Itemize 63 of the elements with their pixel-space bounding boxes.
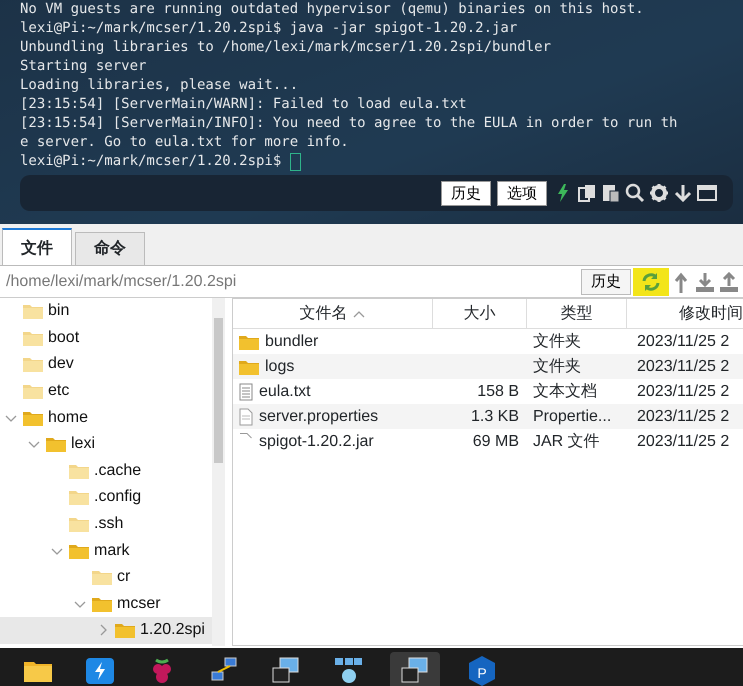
file-date: 2023/11/25 2 <box>637 408 730 424</box>
file-type: 文件夹 <box>533 358 581 374</box>
terminal-line: Loading libraries, please wait... <box>20 76 300 95</box>
tab[interactable]: 文件 <box>2 228 72 265</box>
terminal-line: lexi@Pi:~/mark/mcser/1.20.2spi$ java -jar spigot-1.20.2.jar <box>20 19 518 38</box>
terminal-line: Starting server <box>20 57 148 76</box>
tree-item[interactable]: 1.20.2spi <box>0 617 212 644</box>
file-name[interactable]: spigot-1.20.2.jar <box>259 430 374 454</box>
folder-name[interactable]: .ssh <box>94 512 124 536</box>
down-arrow-icon[interactable] <box>673 183 693 203</box>
cursor <box>290 152 302 170</box>
file-size: 1.3 KB <box>470 408 519 424</box>
file-size: 158 B <box>477 382 519 400</box>
terminal-prompt: lexi@Pi:~/mark/mcser/1.20.2spi$ <box>20 152 282 171</box>
file-name[interactable]: eula.txt <box>259 380 311 404</box>
terminal-line: [23:15:54] [ServerMain/WARN]: Failed to load eula.txt <box>20 95 468 114</box>
file-name[interactable]: server.properties <box>259 404 378 428</box>
paste-icon[interactable] <box>601 183 621 203</box>
folder-name[interactable]: .config <box>94 485 142 510</box>
folder-name[interactable]: boot <box>48 326 80 350</box>
folder-name[interactable]: dev <box>48 352 74 376</box>
file-date: 2023/11/25 2 <box>637 332 730 350</box>
history-button[interactable]: 历史 <box>581 268 631 294</box>
upload-icon[interactable] <box>718 270 740 292</box>
column-header[interactable]: 类型 <box>527 299 627 328</box>
file-date: 2023/11/25 2 <box>637 432 730 450</box>
terminal-line: e server. Go to eula.txt for more info. <box>20 133 350 152</box>
file-date: 2023/11/25 2 <box>637 358 730 374</box>
folder-name[interactable]: bin <box>48 299 70 324</box>
path-field[interactable]: /home/lexi/mark/mcser/1.20.2spi <box>6 270 581 294</box>
settings-icon[interactable] <box>649 183 669 203</box>
folder-name[interactable]: mark <box>94 538 130 563</box>
column-header[interactable]: 修改时间 <box>627 299 743 328</box>
toolbar-button[interactable]: 选项 <box>497 180 547 206</box>
hexagon-app-icon[interactable] <box>466 654 498 686</box>
file-size: 69 MB <box>472 432 519 450</box>
column-header[interactable]: 文件名 <box>233 299 433 328</box>
app-icon-letter: P <box>476 665 488 681</box>
terminal-line: Unbundling libraries to /home/lexi/mark/mcser/1.20.2spi/bundler <box>20 38 552 57</box>
folder-name[interactable]: lexi <box>71 432 96 456</box>
splitter[interactable] <box>0 224 743 232</box>
folder-name[interactable]: home <box>48 406 88 430</box>
search-icon[interactable] <box>625 183 645 203</box>
folder-name[interactable]: etc <box>48 379 70 404</box>
terminal-line: No VM guests are running outdated hypervisor (qemu) binaries on this host. <box>20 0 645 19</box>
folder-name[interactable]: .cache <box>94 458 142 483</box>
file-date: 2023/11/25 2 <box>637 382 730 400</box>
download-icon[interactable] <box>694 270 716 292</box>
file-type: JAR 文件 <box>533 432 600 450</box>
scrollbar[interactable] <box>212 298 225 646</box>
column-header[interactable]: 大小 <box>433 299 527 328</box>
toolbar-button[interactable]: 历史 <box>441 180 491 206</box>
terminal-line: [23:15:54] [ServerMain/INFO]: You need to agree to the EULA in order to run th <box>20 114 678 133</box>
window-icon[interactable] <box>697 183 717 203</box>
folder-name[interactable]: cr <box>117 565 130 590</box>
file-type: 文件夹 <box>533 332 581 350</box>
copy-icon[interactable] <box>577 183 597 203</box>
file-name[interactable]: logs <box>265 354 294 378</box>
file-name[interactable]: bundler <box>265 330 318 354</box>
folder-name[interactable]: mcser <box>117 592 161 616</box>
file-type: 文本文档 <box>533 382 597 400</box>
file-type: Propertie... <box>533 408 612 424</box>
tab[interactable]: 命令 <box>75 232 145 265</box>
